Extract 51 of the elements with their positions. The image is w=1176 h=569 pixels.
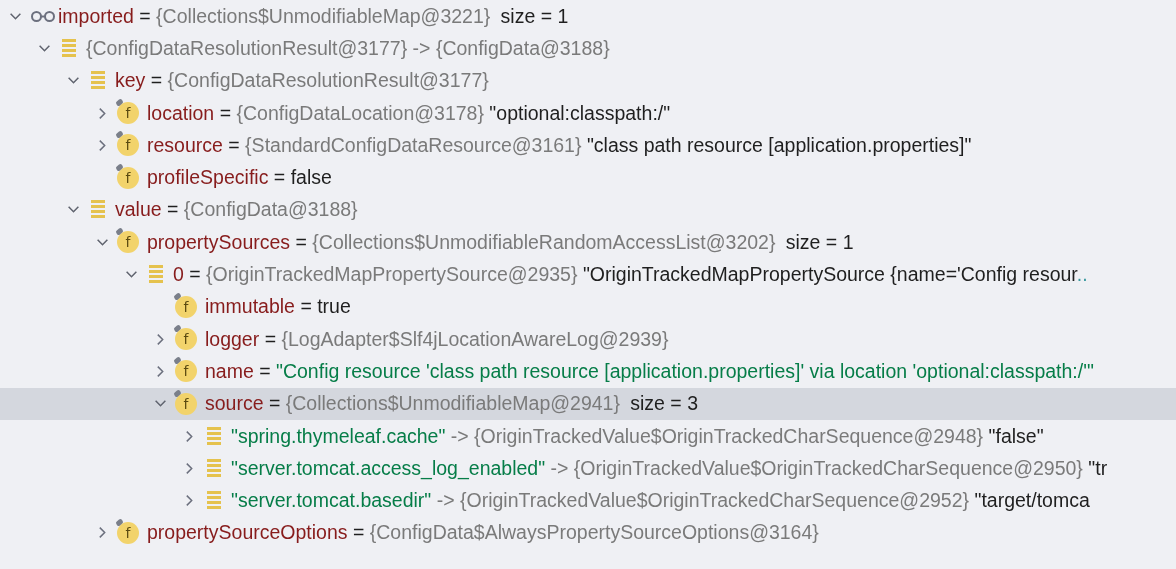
stacked-bars-icon xyxy=(88,71,108,91)
variable-entry: 0 = {OriginTrackedMapPropertySource@2935} "OriginTrackedMapPropertySource {name='Config resour.. xyxy=(173,263,1088,286)
tree-row[interactable]: f immutable = true xyxy=(0,290,1176,323)
glasses-icon xyxy=(30,9,56,24)
tree-row[interactable]: "spring.thymeleaf.cache" -> {OriginTrackedValue$OriginTrackedCharSequence@2948} "false" xyxy=(0,419,1176,453)
field-icon: f xyxy=(175,295,197,318)
tree-row[interactable]: f propertySources = {Collections$UnmodifiableRandomAccessList@3202} size = 1 xyxy=(0,226,1176,259)
field-icon: f xyxy=(117,134,139,157)
variable-entry: key = {ConfigDataResolutionResult@3177} xyxy=(115,69,489,93)
tree-row[interactable]: f source = {Collections$UnmodifiableMap@2941} size = 3 xyxy=(0,387,1176,420)
field-icon: f xyxy=(117,231,139,254)
stacked-bars-icon xyxy=(88,200,108,220)
field-icon: f xyxy=(117,521,139,544)
tree-row[interactable]: 0 = {OriginTrackedMapPropertySource@2935} "OriginTrackedMapPropertySource {name='Config resour.. xyxy=(0,258,1176,291)
variable-entry: imported = {Collections$UnmodifiableMap@3221} size = 1 xyxy=(58,4,569,28)
tree-row[interactable]: imported = {Collections$UnmodifiableMap@3221} size = 1 xyxy=(0,0,1176,33)
field-icon: f xyxy=(175,360,197,383)
tree-row[interactable]: f resource = {StandardConfigDataResource@3161} "class path resource [application.properties]" xyxy=(0,129,1176,162)
variable-entry: "server.tomcat.access_log_enabled" -> {OriginTrackedValue$OriginTrackedCharSequence@2950} "tr xyxy=(231,456,1108,480)
variable-entry: profileSpecific = false xyxy=(147,166,332,190)
tree-row[interactable]: "server.tomcat.basedir" -> {OriginTrackedValue$OriginTrackedCharSequence@2952} "target/tomca xyxy=(0,484,1176,517)
stacked-bars-icon xyxy=(204,458,224,478)
tree-row[interactable]: value = {ConfigData@3188} xyxy=(0,193,1176,227)
field-icon: f xyxy=(175,328,197,351)
tree-row[interactable]: f name = "Config resource 'class path resource [application.properties]' via location 'optional:classpath:/'" xyxy=(0,355,1176,388)
field-icon: f xyxy=(117,166,139,189)
tree-row[interactable]: f propertySourceOptions = {ConfigData$AlwaysPropertySourceOptions@3164} xyxy=(0,516,1176,550)
tree-row[interactable]: f logger = {LogAdapter$Slf4jLocationAwareLog@2939} xyxy=(0,322,1176,356)
variable-entry: name = "Config resource 'class path resource [application.properties]' via location 'optional:classpath:/'" xyxy=(205,359,1094,383)
variable-entry: propertySourceOptions = {ConfigData$AlwaysPropertySourceOptions@3164} xyxy=(147,521,819,545)
tree-row[interactable]: f location = {ConfigDataLocation@3178} "optional:classpath:/" xyxy=(0,96,1176,130)
variable-entry: propertySources = {Collections$UnmodifiableRandomAccessList@3202} size = 1 xyxy=(147,230,854,254)
stacked-bars-icon xyxy=(59,38,79,58)
variable-entry: immutable = true xyxy=(205,295,351,319)
variable-entry: location = {ConfigDataLocation@3178} "optional:classpath:/" xyxy=(147,101,671,125)
tree-row[interactable]: f profileSpecific = false xyxy=(0,161,1176,194)
variable-entry: source = {Collections$UnmodifiableMap@2941} size = 3 xyxy=(205,392,698,416)
variable-entry: resource = {StandardConfigDataResource@3161} "class path resource [application.properties]" xyxy=(147,133,972,157)
tree-row[interactable]: key = {ConfigDataResolutionResult@3177} xyxy=(0,64,1176,97)
field-icon: f xyxy=(175,392,197,415)
tree-row[interactable]: {ConfigDataResolutionResult@3177} -> {ConfigData@3188} xyxy=(0,32,1176,65)
stacked-bars-icon xyxy=(204,491,224,511)
variable-entry: "server.tomcat.basedir" -> {OriginTrackedValue$OriginTrackedCharSequence@2952} "target/tomca xyxy=(231,489,1090,513)
variable-entry: {ConfigDataResolutionResult@3177} -> {ConfigData@3188} xyxy=(86,36,610,60)
field-icon: f xyxy=(117,102,139,125)
variable-entry: value = {ConfigData@3188} xyxy=(115,198,358,222)
stacked-bars-icon xyxy=(204,426,224,446)
variable-entry: logger = {LogAdapter$Slf4jLocationAwareLog@2939} xyxy=(205,327,669,351)
stacked-bars-icon xyxy=(146,265,166,284)
tree-row[interactable]: "server.tomcat.access_log_enabled" -> {OriginTrackedValue$OriginTrackedCharSequence@2950} "tr xyxy=(0,452,1176,485)
variable-entry: "spring.thymeleaf.cache" -> {OriginTrackedValue$OriginTrackedCharSequence@2948} "false" xyxy=(231,424,1044,448)
